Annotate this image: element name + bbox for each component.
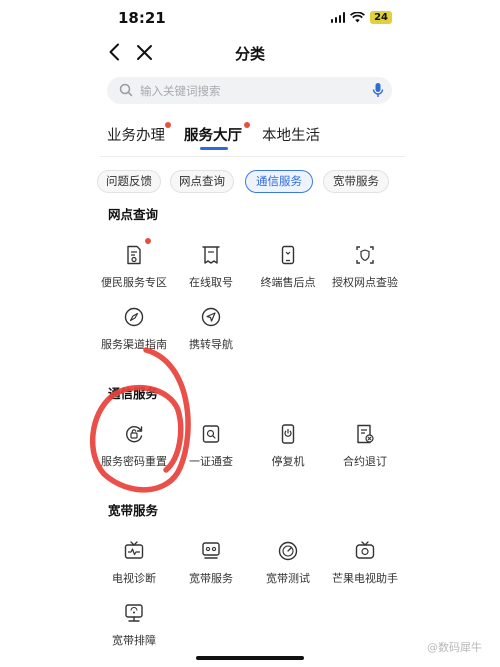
- filter-chips: 问题反馈 网点查询 通信服务 宽带服务: [97, 170, 397, 194]
- category-tabs: 业务办理 服务大厅 本地生活: [107, 116, 397, 156]
- tab-local-life[interactable]: 本地生活: [262, 124, 320, 145]
- signal-icon: [330, 12, 346, 23]
- battery-indicator: 24: [370, 11, 392, 24]
- page-title: 分类: [234, 45, 265, 63]
- id-check-icon: [202, 425, 220, 443]
- grid-label: 授权网点查验: [332, 276, 398, 289]
- wifi-icon: [350, 12, 366, 23]
- tab-service-hall-dot: [244, 122, 250, 128]
- chip-telecom[interactable]: 通信服务: [245, 170, 313, 193]
- watermark: @数码犀牛: [427, 641, 482, 654]
- chip-broadband[interactable]: 宽带服务: [323, 170, 389, 193]
- device-repair-icon: [281, 245, 295, 265]
- service-area-icon: [127, 245, 141, 265]
- contract-cancel-icon: [357, 424, 374, 444]
- grid-label: 合约退订: [343, 455, 387, 468]
- status-bar: 18:21 24: [0, 0, 500, 34]
- section-title-outlets: 网点查询: [108, 207, 159, 222]
- section-title-broadband: 宽带服务: [108, 503, 159, 518]
- chip-feedback[interactable]: 问题反馈: [97, 170, 161, 193]
- compass-icon: [124, 307, 144, 327]
- tab-business[interactable]: 业务办理: [107, 124, 165, 145]
- tv-diagnose-icon: [124, 541, 144, 559]
- service-area-badge: [145, 238, 151, 244]
- phone-suspend-icon: [281, 424, 295, 444]
- grid-label: 携转导航: [189, 338, 233, 351]
- tabs-divider: [100, 156, 405, 157]
- section-title-telecom: 通信服务: [108, 386, 159, 401]
- status-icons: 24: [330, 11, 392, 24]
- tab-service-hall[interactable]: 服务大厅: [184, 124, 242, 145]
- status-time: 18:21: [118, 9, 166, 27]
- speed-test-icon: [278, 541, 298, 561]
- search-icon: [119, 83, 133, 97]
- chip-outlets[interactable]: 网点查询: [170, 170, 234, 193]
- broadband-troubleshoot-icon: [125, 604, 143, 622]
- tab-business-dot: [165, 122, 171, 128]
- microphone-icon[interactable]: [372, 82, 384, 98]
- nav-bar: 分类: [0, 34, 500, 70]
- mango-tv-icon: [355, 541, 375, 559]
- password-reset-icon: [126, 426, 143, 443]
- grid-item-mango-tv[interactable]: 芒果电视助手: [323, 540, 407, 600]
- queue-ticket-icon: [202, 246, 220, 264]
- grid-item-authorized-outlet[interactable]: 授权网点查验: [323, 244, 407, 304]
- grid-label: 芒果电视助手: [332, 572, 398, 585]
- active-tab-indicator: [200, 147, 228, 150]
- search-input[interactable]: 输入关键词搜索: [107, 77, 392, 104]
- grid-label: 宽带排障: [112, 634, 156, 647]
- broadband-router-icon: [202, 542, 220, 559]
- grid-item-contract-cancel[interactable]: 合约退订: [323, 423, 407, 483]
- navigation-icon: [201, 307, 221, 327]
- home-indicator: [196, 656, 304, 660]
- grid-item-transfer-navigation[interactable]: 携转导航: [169, 306, 253, 366]
- search-placeholder: 输入关键词搜索: [140, 84, 221, 98]
- grid-item-broadband-troubleshoot[interactable]: 宽带排障: [92, 602, 176, 662]
- authorized-outlet-icon: [356, 246, 374, 264]
